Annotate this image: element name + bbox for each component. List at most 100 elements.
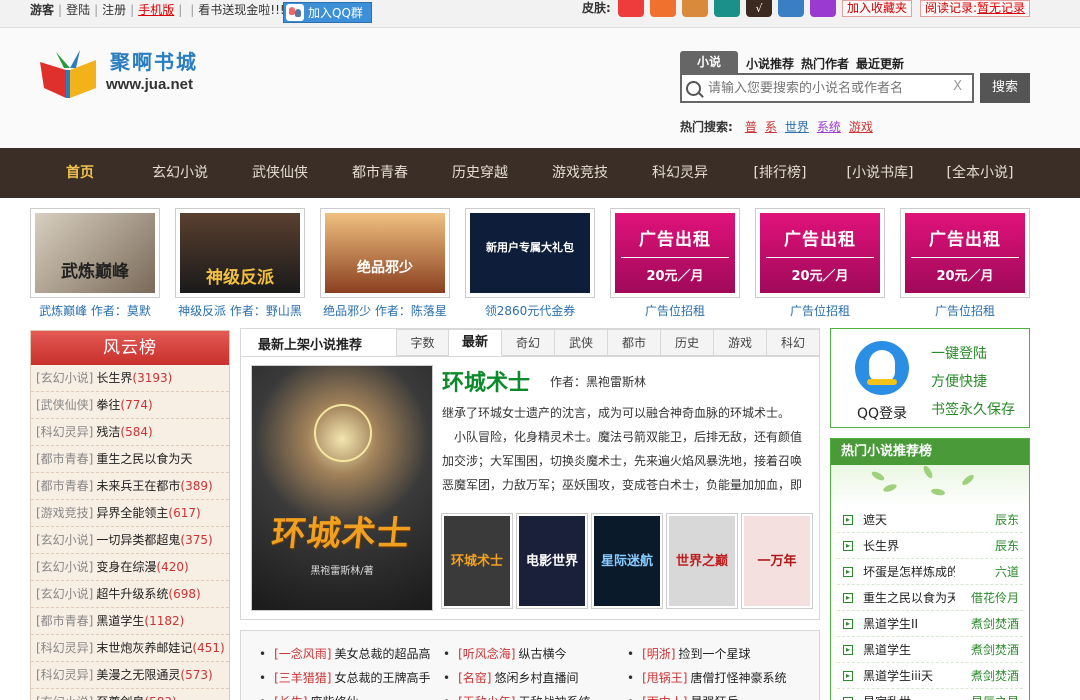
site-logo[interactable]: 聚啊书城 www.jua.net — [36, 46, 216, 101]
join-qq-group-button[interactable]: 加入QQ群 — [283, 2, 372, 23]
ranking-items: [玄幻小说] 长生界(3193) [武侠仙侠] 拳往(774) [科幻灵异] 残洁(584… — [31, 365, 229, 700]
ranking-item[interactable]: [玄幻小说] 长生界(3193) — [31, 365, 229, 392]
qq-penguin-icon[interactable] — [855, 341, 909, 395]
featured-book-cover[interactable]: 环城术士 黑袍雷斯林/著 — [251, 365, 433, 611]
hot-recommend-item[interactable]: ▸ 坏蛋是怎样炼成的 六道 — [837, 559, 1023, 585]
ranking-item[interactable]: [都市青春] 黑道学生(1182) — [31, 608, 229, 635]
recent-updates-link[interactable]: 最近更新 — [856, 55, 904, 72]
login-link[interactable]: 登陆 — [66, 0, 90, 20]
nav-complete[interactable]: [全本小说] — [930, 148, 1030, 198]
ranking-item[interactable]: [都市青春] 未来兵王在都市(389) — [31, 473, 229, 500]
hot-keyword[interactable]: 普 — [745, 118, 757, 135]
banner-book[interactable]: 武炼巅峰 武炼巅峰 作者：莫默 — [30, 208, 160, 319]
category-tab[interactable]: 字数 — [396, 329, 449, 356]
skin-swatch-blue[interactable] — [778, 0, 804, 17]
featured-book-title[interactable]: 环城术士 — [442, 365, 530, 397]
top-bar: 游客 | 登陆 | 注册 | 手机版 | | 看书送现金啦!!! 加入QQ群 皮… — [0, 0, 1080, 28]
skin-swatch-dark-selected[interactable] — [746, 0, 772, 17]
update-item[interactable]: •[无敌少年]无敌战神系统 — [443, 693, 590, 700]
search-button[interactable]: 搜索 — [980, 73, 1030, 103]
nav-wuxia[interactable]: 武侠仙侠 — [230, 148, 330, 198]
nav-home[interactable]: 首页 — [30, 148, 130, 198]
ranking-item[interactable]: [游戏竞技] 异界全能领主(617) — [31, 500, 229, 527]
category-tab[interactable]: 游戏 — [714, 329, 767, 356]
ranking-book-title: 未来兵王在都市 — [96, 479, 181, 493]
banner-caption: 绝品邪少 作者：陈落星 — [323, 304, 447, 318]
category-tab[interactable]: 武侠 — [555, 329, 608, 356]
update-item[interactable]: •[雨中人]最强狂兵 — [627, 693, 738, 700]
hot-keyword[interactable]: 世界 — [785, 118, 809, 135]
banner-book[interactable]: 绝品邪少 绝品邪少 作者：陈落星 — [320, 208, 450, 319]
banner-gift-pack[interactable]: 新用户专属大礼包 领2860元代金券 — [465, 208, 595, 319]
book-thumbnail[interactable]: 一万年 — [741, 513, 813, 609]
update-item[interactable]: • [听风念海] 纵古横今 — [443, 645, 566, 662]
skin-swatch-purple[interactable] — [810, 0, 836, 17]
book-thumbnail[interactable]: 电影世界 — [516, 513, 588, 609]
ranking-item[interactable]: [科幻灵异] 美漫之无限通灵(573) — [31, 662, 229, 689]
hot-keyword[interactable]: 系统 — [817, 118, 841, 135]
clear-search-icon[interactable]: X — [953, 79, 962, 94]
ranking-item[interactable]: [玄幻小说] 变身在综漫(420) — [31, 554, 229, 581]
reading-record-button[interactable]: 阅读记录:暂无记录 — [920, 0, 1031, 17]
hot-keyword[interactable]: 系 — [765, 118, 777, 135]
update-item[interactable]: •[长生]废柴修仙 — [259, 693, 358, 700]
nav-lishi[interactable]: 历史穿越 — [430, 148, 530, 198]
ranking-item[interactable]: [玄幻小说] 一切异类都超鬼(375) — [31, 527, 229, 554]
skin-swatch-teal[interactable] — [714, 0, 740, 17]
nav-kehuan[interactable]: 科幻灵异 — [630, 148, 730, 198]
ranking-item[interactable]: [科幻灵异] 残洁(584) — [31, 419, 229, 446]
hot-recommend-item[interactable]: ▸ 黑道学生 煮剑焚酒 — [837, 637, 1023, 663]
ranking-item[interactable]: [玄幻小说]至尊剑皇(583) — [31, 689, 229, 700]
ranking-list: 风云榜 [玄幻小说] 长生界(3193) [武侠仙侠] 拳往(774) [科幻灵异] 残洁… — [30, 330, 230, 700]
ranking-item[interactable]: [玄幻小说] 超牛升级系统(698) — [31, 581, 229, 608]
skin-swatch-red[interactable] — [618, 0, 644, 17]
hot-recommend-item[interactable]: ▸ 遮天 辰东 — [837, 507, 1023, 533]
book-thumbnail[interactable]: 世界之巅 — [666, 513, 738, 609]
update-item[interactable]: • [甩锅王] 唐僧打怪神豪系统 — [627, 669, 786, 686]
hot-recommend-item[interactable]: ▸星宿乱世星辰之星 — [837, 689, 1023, 700]
search-tab-novel[interactable]: 小说 — [680, 51, 738, 73]
ranking-item[interactable]: [科幻灵异] 末世炮灰养邮娃记(451) — [31, 635, 229, 662]
hot-recommend-item[interactable]: ▸ 重生之民以食为天 借花伶月 — [837, 585, 1023, 611]
banner-ad-slot[interactable]: 广告出租 20元／月 广告位招租 — [900, 208, 1030, 319]
nav-xuanhuan[interactable]: 玄幻小说 — [130, 148, 230, 198]
update-item[interactable]: • [名窑] 悠闲乡村直播间 — [443, 669, 578, 686]
hot-recommend-item[interactable]: ▸ 黑道学生iii天 煮剑焚酒 — [837, 663, 1023, 689]
ranking-category: [科幻灵异] — [36, 425, 94, 439]
register-link[interactable]: 注册 — [102, 0, 126, 20]
hot-recommend-item[interactable]: ▸ 长生界 辰东 — [837, 533, 1023, 559]
skin-picker — [618, 0, 836, 17]
book-thumbnail[interactable]: 环城术士 — [441, 513, 513, 609]
banner-ad-slot[interactable]: 广告出租 20元／月 广告位招租 — [755, 208, 885, 319]
hot-authors-link[interactable]: 热门作者 — [801, 55, 849, 72]
hot-keyword[interactable]: 游戏 — [849, 118, 873, 135]
nav-youxi[interactable]: 游戏竞技 — [530, 148, 630, 198]
category-tab[interactable]: 最新 — [449, 329, 502, 356]
banner-ad-slot[interactable]: 广告出租 20元／月 广告位招租 — [610, 208, 740, 319]
category-tab[interactable]: 奇幻 — [502, 329, 555, 356]
category-tab[interactable]: 科幻 — [767, 329, 820, 356]
update-item[interactable]: • [三羊猎猎] 女总裁的王牌高手 — [259, 669, 430, 686]
hot-recommend-item[interactable]: ▸ 黑道学生II 煮剑焚酒 — [837, 611, 1023, 637]
skin-swatch-brown[interactable] — [682, 0, 708, 17]
add-favorite-button[interactable]: 加入收藏夹 — [842, 0, 913, 17]
leaf-decoration — [831, 465, 1029, 507]
nav-library[interactable]: [小说书库] — [830, 148, 930, 198]
search-input[interactable] — [708, 77, 948, 99]
update-item[interactable]: • [明浙] 捡到一个星球 — [627, 645, 750, 662]
ranking-item[interactable]: [都市青春] 重生之民以食为天 — [31, 446, 229, 473]
ranking-item[interactable]: [武侠仙侠] 拳往(774) — [31, 392, 229, 419]
qq-login-link[interactable]: QQ登录 — [855, 403, 909, 423]
novel-recommend-link[interactable]: 小说推荐 — [746, 55, 794, 72]
category-tab[interactable]: 都市 — [608, 329, 661, 356]
hot-book-author: 六道 — [994, 565, 1019, 579]
banner-book[interactable]: 神级反派 神级反派 作者：野山黑 — [175, 208, 305, 319]
update-item[interactable]: • [一念风雨] 美女总裁的超品高 — [259, 645, 430, 662]
arrow-right-icon: ▸ — [843, 619, 853, 629]
nav-dushi[interactable]: 都市青春 — [330, 148, 430, 198]
book-thumbnail[interactable]: 星际迷航 — [591, 513, 663, 609]
nav-ranking[interactable]: [排行榜] — [730, 148, 830, 198]
mobile-version-link[interactable]: 手机版 — [138, 0, 174, 20]
category-tab[interactable]: 历史 — [661, 329, 714, 356]
skin-swatch-orange[interactable] — [650, 0, 676, 17]
